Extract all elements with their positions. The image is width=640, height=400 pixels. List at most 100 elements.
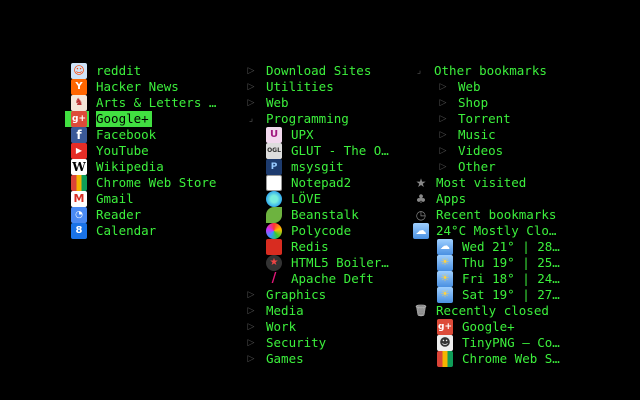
bookmark-love[interactable]: LÖVE [266, 191, 389, 207]
weather-cloudy-icon: ☁ [437, 239, 453, 255]
bookmark-reader[interactable]: ◔ Reader [71, 207, 216, 223]
folder-other-shop[interactable]: ▷ Shop [437, 95, 560, 111]
html5-boilerplate-icon: ★ [266, 255, 282, 271]
weather-sunny-icon: ☀ [437, 271, 453, 287]
other-sections-column: ⌟ Other bookmarks ▷ Web ▷ Shop ▷ Torrent… [413, 63, 560, 367]
folder-expanded-icon: ⌟ [248, 114, 254, 124]
bookmark-html5-boilerplate[interactable]: ★ HTML5 Boiler… [266, 255, 389, 271]
folder-other-music[interactable]: ▷ Music [437, 127, 560, 143]
bookmark-google-plus[interactable]: g+ Google+ [65, 111, 216, 127]
chevron-right-icon: ▷ [247, 82, 255, 92]
recently-closed-chrome-web-store[interactable]: Chrome Web S… [437, 351, 560, 367]
folder-other-torrent[interactable]: ▷ Torrent [437, 111, 560, 127]
forecast-wed[interactable]: ☁ Wed 21° | 28… [437, 239, 560, 255]
weather-partly-cloudy-icon: ☁ [413, 223, 429, 239]
tinypng-icon: ☻ [437, 335, 453, 351]
reader-icon: ◔ [71, 207, 87, 223]
weather-sunny-icon: ☀ [437, 255, 453, 271]
msysgit-icon: P [266, 159, 282, 175]
section-apps[interactable]: ♣ Apps [413, 191, 560, 207]
section-most-visited[interactable]: ★ Most visited [413, 175, 560, 191]
chevron-right-icon: ▷ [439, 162, 447, 172]
bookmark-apache-deft[interactable]: / Apache Deft [266, 271, 389, 287]
bookmark-chrome-web-store[interactable]: Chrome Web Store [71, 175, 216, 191]
bookmark-redis[interactable]: Redis [266, 239, 389, 255]
weather-current[interactable]: ☁ 24°C Mostly Clo… [413, 223, 560, 239]
wikipedia-icon: W [71, 159, 87, 175]
folder-other-web[interactable]: ▷ Web [437, 79, 560, 95]
hacker-news-icon: Y [71, 79, 87, 95]
recently-closed-tinypng[interactable]: ☻ TinyPNG – Co… [437, 335, 560, 351]
love-icon [266, 191, 282, 207]
notepad2-icon [266, 175, 282, 191]
forecast-thu[interactable]: ☀ Thu 19° | 25… [437, 255, 560, 271]
folder-media[interactable]: ▷ Media [245, 303, 389, 319]
folder-utilities[interactable]: ▷ Utilities [245, 79, 389, 95]
chevron-right-icon: ▷ [247, 98, 255, 108]
chevron-right-icon: ▷ [439, 98, 447, 108]
apache-deft-icon: / [271, 271, 277, 286]
folder-web[interactable]: ▷ Web [245, 95, 389, 111]
star-icon: ★ [415, 176, 427, 190]
arts-letters-icon: ♞ [71, 95, 87, 111]
forecast-sat[interactable]: ☀ Sat 19° | 27… [437, 287, 560, 303]
upx-icon: U [266, 127, 282, 143]
chevron-right-icon: ▷ [247, 354, 255, 364]
reddit-icon: ☺ [71, 63, 87, 79]
bookmark-gmail[interactable]: M Gmail [71, 191, 216, 207]
weather-sunny-icon: ☀ [437, 287, 453, 303]
bookmark-polycode[interactable]: Polycode [266, 223, 389, 239]
polycode-icon [266, 223, 282, 239]
bookmarks-bar-column: ☺ reddit Y Hacker News ♞ Arts & Letters … [65, 63, 216, 239]
youtube-icon: ▶ [71, 143, 87, 159]
facebook-icon: f [71, 127, 87, 143]
chrome-web-store-icon [437, 351, 453, 367]
google-plus-icon: g+ [71, 111, 87, 127]
chevron-right-icon: ▷ [439, 82, 447, 92]
chrome-web-store-icon [71, 175, 87, 191]
chevron-right-icon: ▷ [439, 114, 447, 124]
folder-expanded-icon: ⌟ [416, 66, 422, 76]
chevron-right-icon: ▷ [439, 130, 447, 140]
bookmark-arts-letters[interactable]: ♞ Arts & Letters … [71, 95, 216, 111]
apps-icon: ♣ [415, 192, 427, 206]
google-plus-icon: g+ [437, 319, 453, 335]
recently-closed-google-plus[interactable]: g+ Google+ [437, 319, 560, 335]
bookmark-msysgit[interactable]: P msysgit [266, 159, 389, 175]
section-recently-closed[interactable]: 🗑 Recently closed [413, 303, 560, 319]
chevron-right-icon: ▷ [247, 322, 255, 332]
chevron-right-icon: ▷ [247, 66, 255, 76]
folder-other-videos[interactable]: ▷ Videos [437, 143, 560, 159]
folder-security[interactable]: ▷ Security [245, 335, 389, 351]
clock-icon: ◷ [415, 208, 427, 222]
trash-icon: 🗑 [414, 304, 428, 317]
redis-icon [266, 239, 282, 255]
bookmark-facebook[interactable]: f Facebook [71, 127, 216, 143]
folder-graphics[interactable]: ▷ Graphics [245, 287, 389, 303]
calendar-icon: 8 [71, 223, 87, 239]
folder-other-bookmarks[interactable]: ⌟ Other bookmarks [413, 63, 560, 79]
bookmark-glut[interactable]: OGL GLUT - The O… [266, 143, 389, 159]
folder-programming[interactable]: ⌟ Programming [245, 111, 389, 127]
bookmark-beanstalk[interactable]: Beanstalk [266, 207, 389, 223]
folder-download-sites[interactable]: ▷ Download Sites [245, 63, 389, 79]
bookmark-upx[interactable]: U UPX [266, 127, 389, 143]
chevron-right-icon: ▷ [247, 338, 255, 348]
bookmark-reddit[interactable]: ☺ reddit [71, 63, 216, 79]
chevron-right-icon: ▷ [439, 146, 447, 156]
bookmark-folders-column: ▷ Download Sites ▷ Utilities ▷ Web ⌟ Pro… [245, 63, 389, 367]
bookmark-hacker-news[interactable]: Y Hacker News [71, 79, 216, 95]
gmail-icon: M [71, 191, 87, 207]
chevron-right-icon: ▷ [247, 306, 255, 316]
beanstalk-icon [266, 207, 282, 223]
folder-games[interactable]: ▷ Games [245, 351, 389, 367]
folder-work[interactable]: ▷ Work [245, 319, 389, 335]
bookmark-notepad2[interactable]: Notepad2 [266, 175, 389, 191]
folder-other-other[interactable]: ▷ Other [437, 159, 560, 175]
bookmark-calendar[interactable]: 8 Calendar [71, 223, 216, 239]
glut-icon: OGL [266, 143, 282, 159]
forecast-fri[interactable]: ☀ Fri 18° | 24… [437, 271, 560, 287]
bookmark-youtube[interactable]: ▶ YouTube [71, 143, 216, 159]
section-recent-bookmarks[interactable]: ◷ Recent bookmarks [413, 207, 560, 223]
bookmark-wikipedia[interactable]: W Wikipedia [71, 159, 216, 175]
